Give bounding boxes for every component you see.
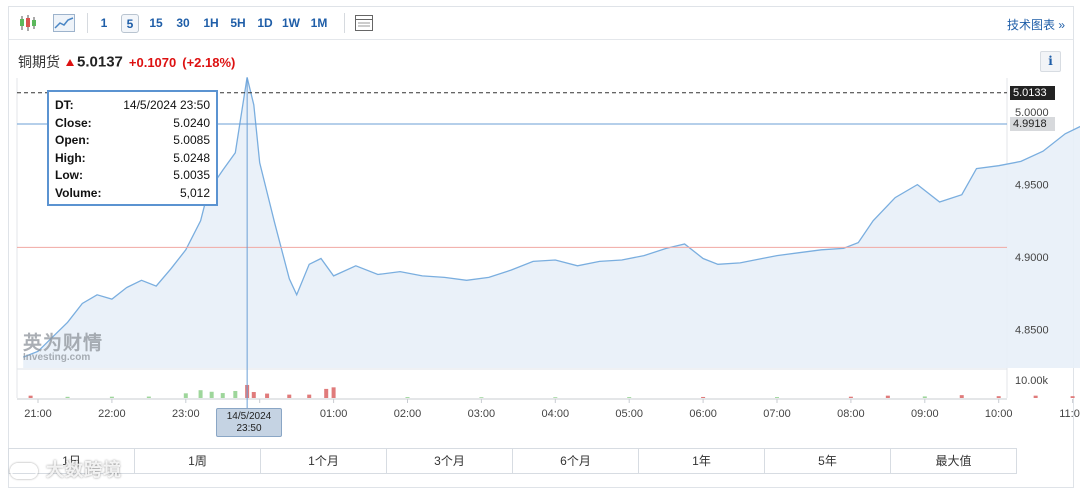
investing-logo: 英为财情 Investing.com bbox=[23, 328, 103, 363]
volume-bar bbox=[265, 393, 270, 398]
x-tick-label: 09:00 bbox=[911, 408, 939, 420]
tooltip-value: 14/5/2024 23:50 bbox=[123, 98, 210, 112]
watermark-logo-icon bbox=[10, 463, 38, 480]
volume-bar bbox=[287, 394, 292, 398]
tooltip-key: High: bbox=[55, 150, 86, 165]
volume-bar bbox=[251, 392, 256, 398]
x-tick-label: 21:00 bbox=[24, 408, 52, 420]
volume-bar bbox=[331, 387, 336, 398]
volume-bar bbox=[109, 396, 114, 398]
volume-bar bbox=[198, 390, 203, 398]
data-tooltip: DT: 14/5/2024 23:50 Close: 5.0240 Open: 5.008… bbox=[47, 90, 218, 206]
range-button-1[interactable]: 1周 bbox=[135, 449, 261, 473]
tooltip-key: Open: bbox=[55, 133, 90, 147]
x-tick-label: 06:00 bbox=[689, 408, 717, 420]
range-button-3[interactable]: 3个月 bbox=[387, 449, 513, 473]
range-selector: 1日 1周 1个月 3个月 6个月 1年 5年 最大值 bbox=[8, 448, 1017, 474]
volume-bar bbox=[848, 396, 853, 398]
brand-cn: 英为财情 bbox=[23, 333, 104, 354]
cursor-price-flag: 4.9918 bbox=[1010, 116, 1055, 131]
tooltip-row: High: 5.0248 bbox=[55, 150, 210, 168]
range-button-5[interactable]: 1年 bbox=[639, 449, 765, 473]
volume-bar bbox=[307, 394, 312, 398]
volume-bar bbox=[146, 396, 151, 398]
volume-axis-label: 10.00k bbox=[1015, 375, 1049, 387]
tooltip-value: 5.0240 bbox=[173, 115, 210, 130]
tooltip-row: DT: 14/5/2024 23:50 bbox=[55, 97, 210, 115]
volume-bar bbox=[183, 393, 188, 398]
range-button-2[interactable]: 1个月 bbox=[261, 449, 387, 473]
y-tick-label: 4.8500 bbox=[1015, 325, 1049, 337]
volume-bar bbox=[209, 391, 214, 398]
tooltip-key: Volume: bbox=[55, 185, 102, 200]
x-tick-label: 22:00 bbox=[98, 408, 126, 420]
crosshair-time: 23:50 bbox=[236, 423, 262, 434]
x-tick-label: 11:00 bbox=[1059, 408, 1080, 420]
tooltip-row: Open: 5.0085 bbox=[55, 132, 210, 150]
tooltip-key: Close: bbox=[55, 115, 92, 130]
watermark-text: 大数跨境 bbox=[46, 460, 122, 480]
volume-bar bbox=[65, 396, 70, 398]
y-tick-label: 4.9000 bbox=[1015, 252, 1049, 264]
x-tick-label: 05:00 bbox=[615, 408, 643, 420]
x-tick-label: 02:00 bbox=[394, 408, 422, 420]
volume-bar bbox=[996, 396, 1001, 398]
volume-bar bbox=[28, 395, 33, 398]
x-tick-label: 23:00 bbox=[172, 408, 200, 420]
volume-bar bbox=[922, 396, 927, 398]
tooltip-row: Low: 5.0035 bbox=[55, 167, 210, 185]
crosshair-date: 14/5/2024 bbox=[226, 411, 272, 422]
volume-bar bbox=[885, 395, 890, 398]
range-button-7[interactable]: 最大值 bbox=[891, 449, 1016, 473]
last-price-flag: 5.0133 bbox=[1010, 85, 1055, 100]
x-tick-label: 01:00 bbox=[320, 408, 348, 420]
y-tick-label: 4.9500 bbox=[1015, 180, 1049, 192]
tooltip-key: DT: bbox=[55, 98, 74, 112]
volume-bar bbox=[233, 390, 238, 398]
volume-bar bbox=[553, 397, 558, 398]
tooltip-row: Volume: 5,012 bbox=[55, 185, 210, 203]
x-tick-label: 07:00 bbox=[763, 408, 791, 420]
volume-bar bbox=[959, 395, 964, 398]
tooltip-value: 5.0248 bbox=[173, 150, 210, 165]
volume-bar bbox=[479, 397, 484, 398]
price-chart[interactable]: 4.85004.90004.95005.000010.00k21:00 22:00… bbox=[0, 0, 1080, 448]
tooltip-value: 5,012 bbox=[179, 185, 210, 200]
volume-bar bbox=[324, 388, 329, 398]
source-watermark: 大数跨境 bbox=[10, 456, 122, 482]
tooltip-rows: DT: 14/5/2024 23:50 Close: 5.0240 Open: 5.008… bbox=[55, 97, 210, 202]
x-tick-label: 10:00 bbox=[985, 408, 1013, 420]
tooltip-value: 5.0035 bbox=[173, 168, 210, 182]
volume-bar bbox=[220, 393, 225, 398]
volume-bar bbox=[627, 397, 632, 398]
tooltip-key: Low: bbox=[55, 168, 83, 182]
volume-bar bbox=[775, 397, 779, 398]
x-tick-label: 03:00 bbox=[468, 408, 496, 420]
tooltip-value: 5.0085 bbox=[173, 133, 210, 147]
crosshair-time-flag: 14/5/2024 23:50 bbox=[216, 408, 282, 437]
tooltip-row: Close: 5.0240 bbox=[55, 115, 210, 133]
volume-bar bbox=[1070, 396, 1075, 398]
range-button-4[interactable]: 6个月 bbox=[513, 449, 639, 473]
volume-bar bbox=[701, 396, 706, 398]
x-tick-label: 08:00 bbox=[837, 408, 865, 420]
range-button-6[interactable]: 5年 bbox=[765, 449, 891, 473]
volume-bar bbox=[1033, 395, 1038, 398]
volume-bar bbox=[405, 397, 410, 398]
x-tick-label: 04:00 bbox=[542, 408, 570, 420]
